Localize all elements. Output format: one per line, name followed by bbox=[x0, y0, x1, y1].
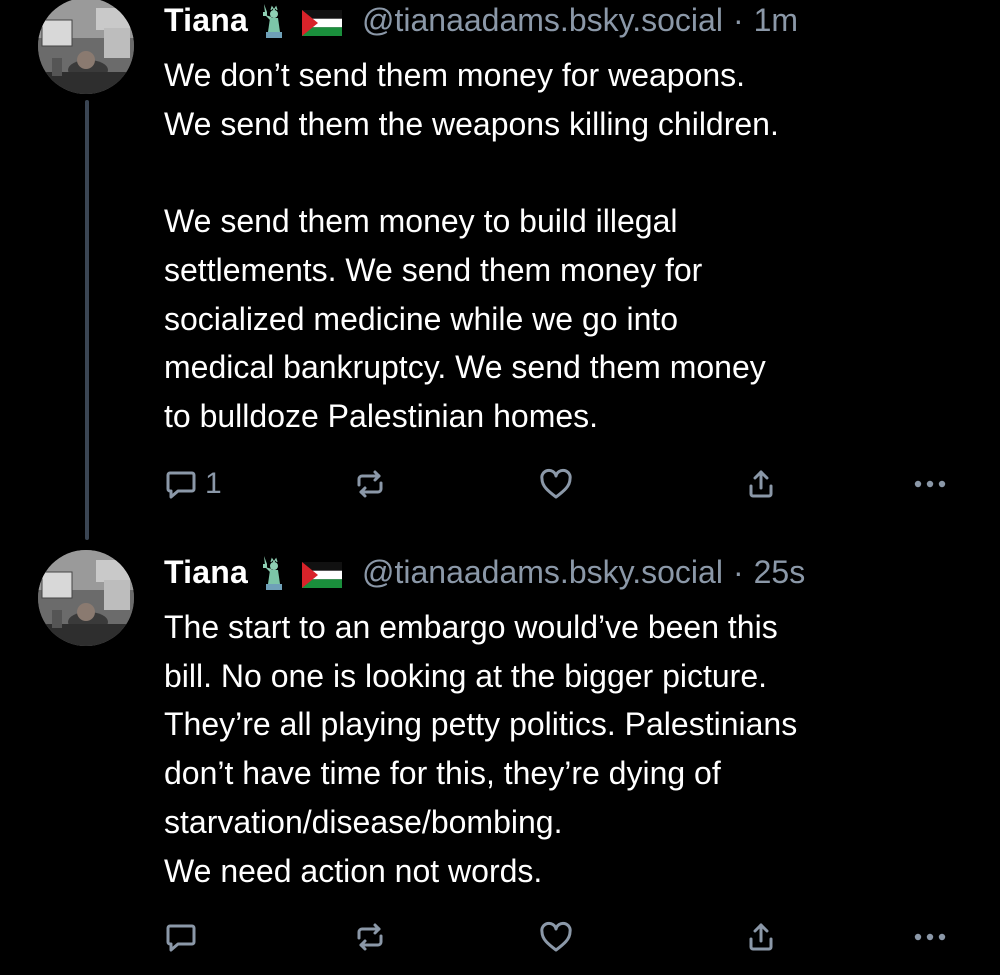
post-text-line: The start to an embargo would’ve been th… bbox=[164, 609, 778, 645]
reply-icon bbox=[163, 919, 199, 955]
more-button[interactable] bbox=[912, 464, 948, 504]
author-name[interactable]: Tiana bbox=[164, 554, 248, 591]
post-text-line: We don’t send them money for weapons. bbox=[164, 57, 746, 93]
palestine-flag-icon bbox=[302, 7, 342, 36]
post-text-line: We need action not words. bbox=[164, 852, 543, 889]
post-text-line: bill. No one is looking at the bigger pi… bbox=[164, 657, 768, 694]
repost-icon bbox=[352, 919, 388, 955]
heart-icon bbox=[538, 466, 574, 502]
post-text-line: We send them money to build illegal bbox=[164, 203, 678, 240]
post-text-line: starvation/disease/bombing. bbox=[164, 803, 563, 840]
share-icon bbox=[743, 466, 779, 502]
repost-button[interactable] bbox=[352, 464, 388, 504]
avatar[interactable] bbox=[38, 550, 134, 646]
author-handle[interactable]: @tianaadams.bsky.social bbox=[362, 554, 723, 591]
post-text-line: to bulldoze Palestinian homes. bbox=[164, 397, 599, 434]
like-button[interactable] bbox=[538, 464, 574, 504]
reply-count: 1 bbox=[205, 467, 222, 500]
more-icon bbox=[912, 466, 948, 502]
palestine-flag-icon bbox=[302, 559, 342, 588]
post-actions bbox=[0, 917, 1000, 957]
post-text-line: We send them the weapons killing childre… bbox=[164, 105, 779, 142]
post-text-line bbox=[164, 148, 964, 197]
statue-of-liberty-icon bbox=[258, 2, 288, 38]
heart-icon bbox=[538, 919, 574, 955]
repost-icon bbox=[352, 466, 388, 502]
author-handle[interactable]: @tianaadams.bsky.social bbox=[362, 2, 723, 39]
post-text: We don’t send them money for weapons. We… bbox=[164, 51, 964, 441]
post-text-line: socialized medicine while we go into bbox=[164, 300, 679, 337]
more-icon bbox=[912, 919, 948, 955]
reply-button[interactable] bbox=[163, 917, 205, 957]
more-button[interactable] bbox=[912, 917, 948, 957]
separator: · bbox=[732, 553, 744, 590]
separator: · bbox=[732, 1, 744, 38]
share-button[interactable] bbox=[743, 917, 779, 957]
post-text-line: They’re all playing petty politics. Pale… bbox=[164, 706, 798, 743]
post-header: Tiana @tianaadams.bsky.social · 25s bbox=[164, 552, 805, 592]
post-actions: 1 bbox=[0, 464, 1000, 504]
avatar[interactable] bbox=[38, 0, 134, 94]
share-icon bbox=[743, 919, 779, 955]
share-button[interactable] bbox=[743, 464, 779, 504]
post[interactable]: Tiana @tianaadams.bsky.social · 1m We do… bbox=[0, 0, 1000, 540]
statue-of-liberty-icon bbox=[258, 554, 288, 590]
post[interactable]: Tiana @tianaadams.bsky.social · 25s The … bbox=[0, 540, 1000, 975]
post-timestamp[interactable]: 25s bbox=[754, 554, 806, 591]
like-button[interactable] bbox=[538, 917, 574, 957]
post-text: The start to an embargo would’ve been th… bbox=[164, 603, 964, 895]
post-text-line: medical bankruptcy. We send them money bbox=[164, 349, 766, 386]
post-timestamp[interactable]: 1m bbox=[754, 2, 798, 39]
post-text-line: don’t have time for this, they’re dying … bbox=[164, 755, 721, 792]
post-text-line: settlements. We send them money for bbox=[164, 251, 703, 288]
post-header: Tiana @tianaadams.bsky.social · 1m bbox=[164, 0, 798, 40]
repost-button[interactable] bbox=[352, 917, 388, 957]
reply-button[interactable]: 1 bbox=[163, 464, 222, 504]
author-name[interactable]: Tiana bbox=[164, 2, 248, 39]
reply-icon bbox=[163, 466, 199, 502]
